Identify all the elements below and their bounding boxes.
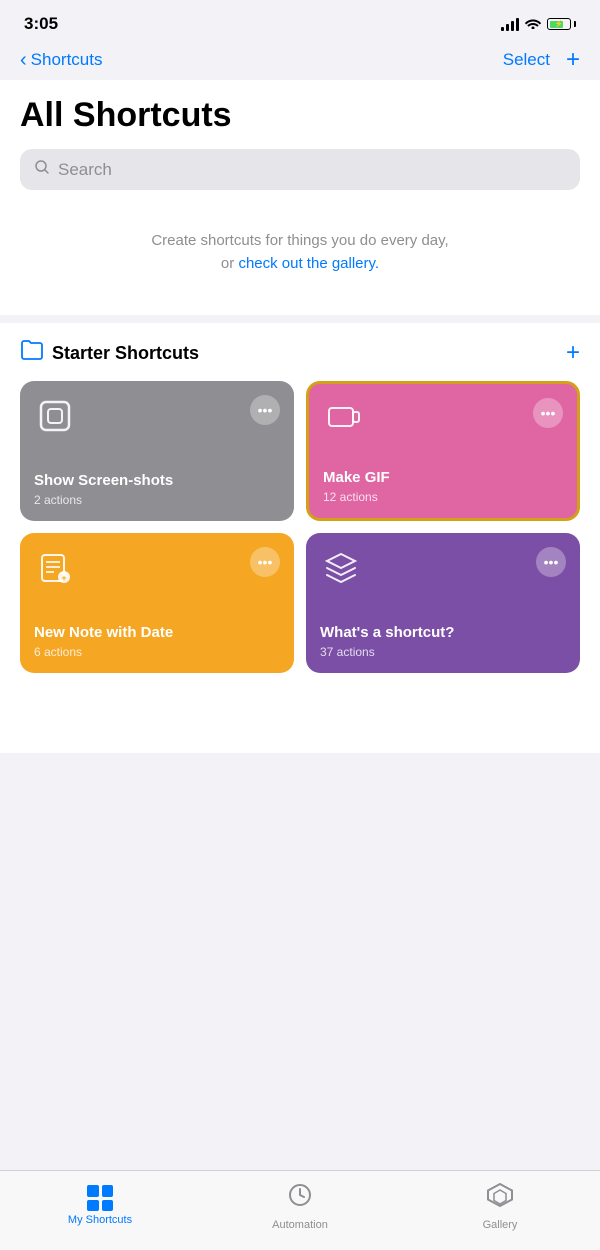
shortcut-title: Make GIF bbox=[323, 469, 563, 487]
shortcuts-grid: ••• Show Screen-shots 2 actions ••• bbox=[20, 381, 580, 673]
chevron-left-icon: ‹ bbox=[20, 49, 27, 72]
tab-label-gallery: Gallery bbox=[483, 1219, 518, 1231]
tab-label-automation: Automation bbox=[272, 1219, 328, 1231]
shortcut-card-show-screenshots[interactable]: ••• Show Screen-shots 2 actions bbox=[20, 381, 294, 521]
starter-section-header: Starter Shortcuts + bbox=[20, 339, 580, 367]
shortcut-actions-count: 37 actions bbox=[320, 645, 566, 659]
ellipsis-icon: ••• bbox=[541, 406, 556, 420]
add-shortcut-button[interactable]: + bbox=[566, 48, 580, 72]
card-menu-button[interactable]: ••• bbox=[533, 398, 563, 428]
ellipsis-icon: ••• bbox=[258, 555, 273, 569]
tab-gallery[interactable]: Gallery bbox=[400, 1181, 600, 1231]
status-time: 3:05 bbox=[24, 14, 58, 34]
select-button[interactable]: Select bbox=[503, 50, 550, 70]
folder-icon bbox=[20, 340, 44, 366]
shortcut-card-new-note[interactable]: + ••• New Note with Date 6 actions bbox=[20, 533, 294, 673]
back-label: Shortcuts bbox=[31, 50, 103, 70]
main-content: All Shortcuts Search bbox=[0, 80, 600, 190]
screenshot-icon bbox=[34, 395, 76, 437]
page-title: All Shortcuts bbox=[20, 96, 580, 135]
card-menu-button[interactable]: ••• bbox=[536, 547, 566, 577]
automation-icon bbox=[286, 1181, 314, 1216]
tab-bar: My Shortcuts Automation Gallery bbox=[0, 1170, 600, 1250]
card-menu-button[interactable]: ••• bbox=[250, 395, 280, 425]
card-menu-button[interactable]: ••• bbox=[250, 547, 280, 577]
gallery-icon bbox=[486, 1181, 514, 1216]
battery-icon: ⚡ bbox=[547, 18, 576, 30]
signal-icon bbox=[501, 17, 519, 31]
starter-shortcuts-section: Starter Shortcuts + ••• Show Screen-shot… bbox=[0, 323, 600, 693]
ellipsis-icon: ••• bbox=[258, 403, 273, 417]
section-divider bbox=[0, 315, 600, 323]
shortcut-actions-count: 6 actions bbox=[34, 645, 280, 659]
status-icons: ⚡ bbox=[501, 17, 576, 32]
shortcut-title: What's a shortcut? bbox=[320, 624, 566, 642]
bottom-spacer bbox=[0, 693, 600, 753]
shortcut-title: New Note with Date bbox=[34, 624, 280, 642]
ellipsis-icon: ••• bbox=[544, 555, 559, 569]
gallery-link[interactable]: check out the gallery. bbox=[238, 255, 379, 272]
my-shortcuts-icon bbox=[87, 1185, 113, 1211]
gif-icon bbox=[323, 398, 365, 440]
note-icon: + bbox=[34, 547, 76, 589]
shortcut-card-whats-a-shortcut[interactable]: ••• What's a shortcut? 37 actions bbox=[306, 533, 580, 673]
search-icon bbox=[34, 159, 50, 180]
search-placeholder: Search bbox=[58, 160, 112, 180]
status-bar: 3:05 ⚡ bbox=[0, 0, 600, 44]
tab-label-my-shortcuts: My Shortcuts bbox=[68, 1214, 132, 1226]
svg-text:+: + bbox=[61, 573, 66, 583]
back-button[interactable]: ‹ Shortcuts bbox=[20, 49, 102, 72]
shortcut-title: Show Screen-shots bbox=[34, 472, 280, 490]
nav-actions: Select + bbox=[503, 48, 580, 72]
shortcut-card-make-gif[interactable]: ••• Make GIF 12 actions bbox=[306, 381, 580, 521]
shortcut-actions-count: 2 actions bbox=[34, 493, 280, 507]
add-to-starter-button[interactable]: + bbox=[566, 339, 580, 367]
wifi-icon bbox=[525, 17, 541, 32]
empty-state-description: Create shortcuts for things you do every… bbox=[30, 230, 570, 275]
tab-automation[interactable]: Automation bbox=[200, 1181, 400, 1231]
nav-bar: ‹ Shortcuts Select + bbox=[0, 44, 600, 80]
tab-my-shortcuts[interactable]: My Shortcuts bbox=[0, 1185, 200, 1226]
search-bar[interactable]: Search bbox=[20, 149, 580, 190]
shortcut-actions-count: 12 actions bbox=[323, 490, 563, 504]
empty-state: Create shortcuts for things you do every… bbox=[0, 190, 600, 315]
starter-section-title: Starter Shortcuts bbox=[52, 343, 199, 364]
layers-icon bbox=[320, 547, 362, 589]
